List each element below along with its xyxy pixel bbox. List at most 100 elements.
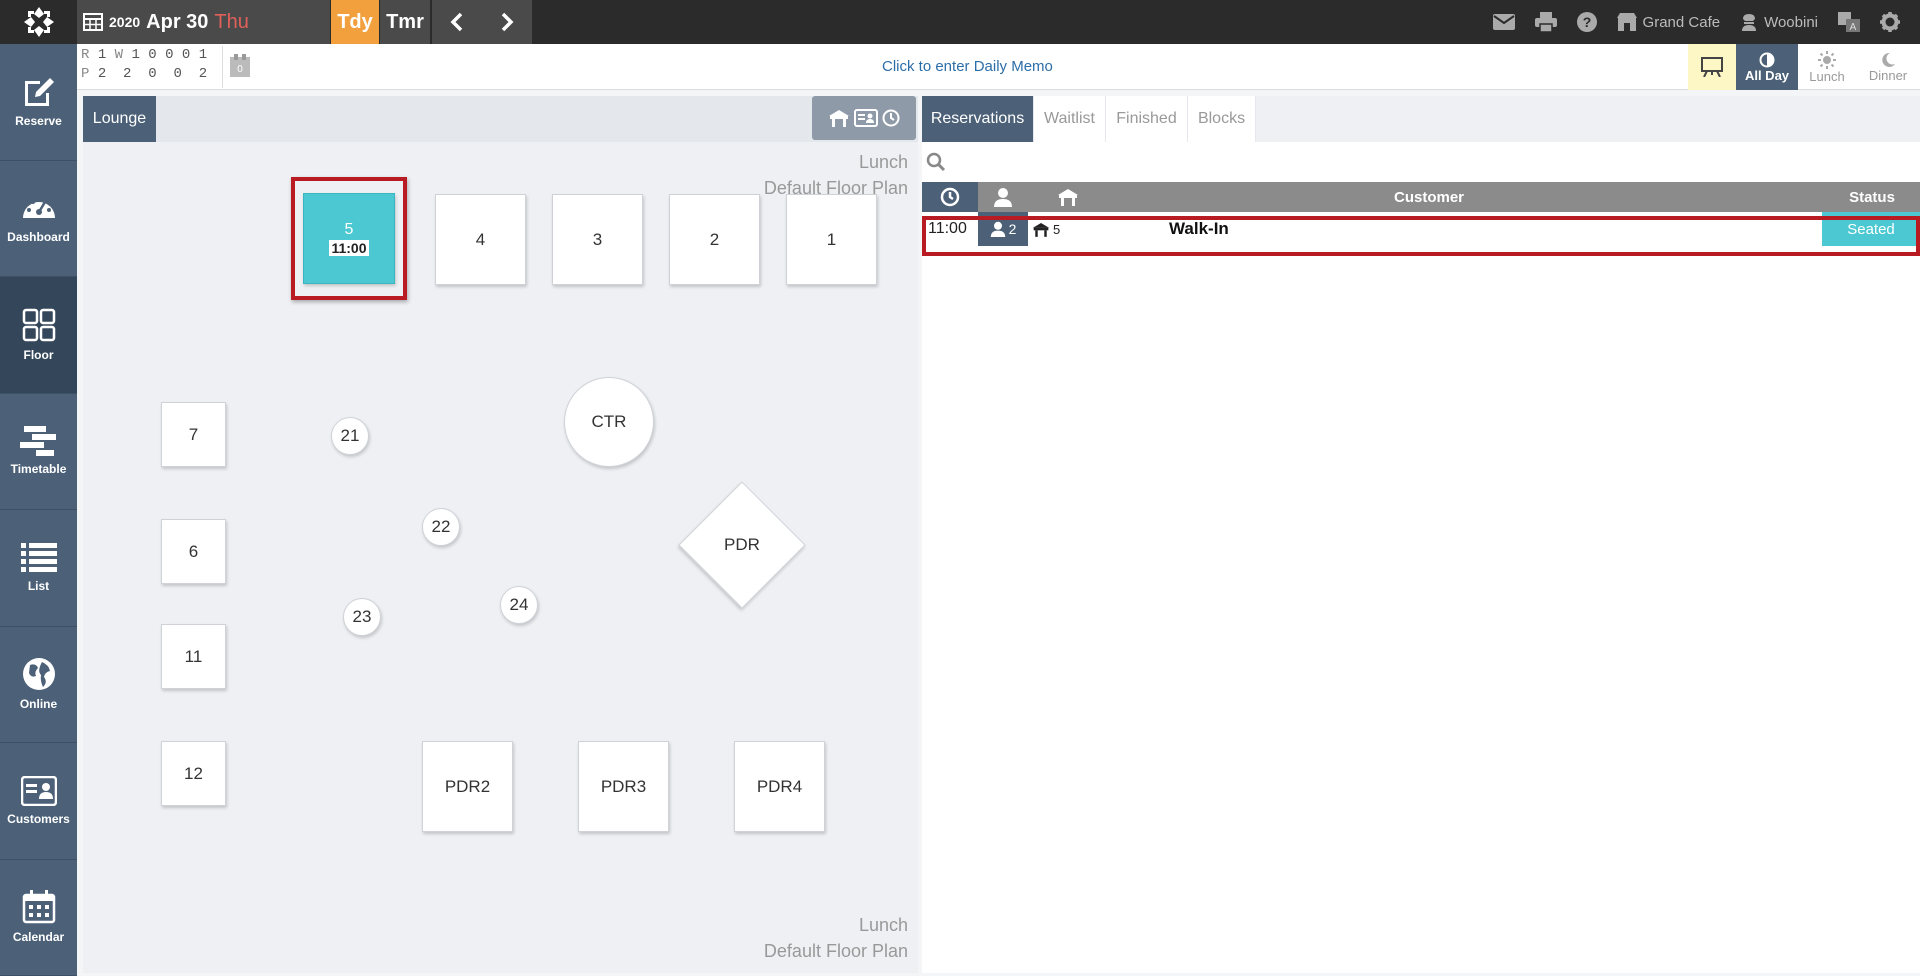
app-logo[interactable] — [0, 0, 77, 44]
table-5[interactable]: 5 11:00 — [303, 193, 395, 284]
stat-value: 2 — [123, 66, 132, 82]
stat-value: 0 — [181, 47, 191, 63]
sidebar-item-reserve[interactable]: Reserve — [0, 44, 77, 161]
mail-icon — [1492, 14, 1515, 30]
tab-reservations[interactable]: Reservations — [922, 96, 1034, 142]
date-weekday: Thu — [214, 10, 249, 33]
tab-waitlist[interactable]: Waitlist — [1034, 96, 1106, 142]
table-3[interactable]: 3 — [552, 194, 643, 285]
previous-day-button[interactable] — [432, 0, 482, 44]
sidebar-item-dashboard[interactable]: Dashboard — [0, 161, 77, 277]
reservation-stats-row: R 1 W 1 0 0 0 1 — [81, 46, 222, 65]
date-month-day: Apr 30 — [146, 10, 209, 33]
memo-note-button[interactable]: 0 — [229, 54, 251, 83]
globe-icon — [22, 658, 55, 691]
mail-button[interactable] — [1492, 14, 1515, 30]
sidebar-item-timetable[interactable]: Timetable — [0, 394, 77, 510]
sidebar-item-floor[interactable]: Floor — [0, 277, 77, 394]
table-number: 23 — [352, 607, 372, 626]
stat-value: 1 — [131, 47, 140, 63]
floor-icon — [22, 308, 55, 341]
table-11[interactable]: 11 — [161, 624, 226, 689]
table-pdr4[interactable]: PDR4 — [734, 741, 825, 832]
edit-icon — [24, 77, 54, 106]
language-button[interactable]: A — [1838, 12, 1860, 32]
daily-stats: R 1 W 1 0 0 0 1 P 2 2 0 0 2 — [77, 46, 223, 88]
help-icon: ? — [1576, 12, 1597, 32]
table-pdr3[interactable]: PDR3 — [578, 741, 669, 832]
party-stats-row: P 2 2 0 0 2 — [81, 65, 222, 84]
column-party-size[interactable] — [978, 182, 1028, 212]
table-number: 12 — [184, 763, 203, 783]
stat-label-r: R — [81, 47, 90, 63]
main-sidebar: Reserve Dashboard Floor Timetable List O… — [0, 44, 77, 976]
tab-finished[interactable]: Finished — [1106, 96, 1188, 142]
table-number: 4 — [475, 229, 486, 249]
table-22[interactable]: 22 — [422, 508, 460, 546]
table-pdr[interactable]: PDR — [678, 481, 806, 609]
daily-memo-link[interactable]: Click to enter Daily Memo — [882, 58, 1053, 75]
print-button[interactable] — [1534, 12, 1557, 32]
service-all-day[interactable]: All Day — [1736, 44, 1798, 90]
table-number: 3 — [592, 229, 603, 249]
table-23[interactable]: 23 — [343, 598, 381, 636]
sidebar-item-calendar[interactable]: Calendar — [0, 860, 77, 976]
table-7[interactable]: 7 — [161, 402, 226, 467]
stat-label-p: P — [81, 66, 90, 82]
display-mode-button[interactable] — [1688, 44, 1736, 90]
chevron-right-icon — [501, 12, 514, 32]
service-lunch[interactable]: Lunch — [1798, 44, 1856, 90]
table-ctr[interactable]: CTR — [564, 377, 654, 467]
table-number: 21 — [340, 426, 360, 445]
restaurant-selector[interactable]: Grand Cafe — [1616, 13, 1720, 31]
table-21[interactable]: 21 — [331, 417, 369, 455]
sidebar-item-label: Floor — [23, 347, 54, 362]
table-number: CTR — [591, 412, 627, 431]
today-button[interactable]: Tdy — [331, 0, 379, 44]
service-name: Lunch — [858, 152, 908, 172]
sidebar-item-list[interactable]: List — [0, 510, 77, 627]
calendar-icon — [22, 890, 55, 924]
tab-lounge[interactable]: Lounge — [83, 96, 156, 142]
table-number: 11 — [184, 646, 203, 666]
service-dinner[interactable]: Dinner — [1856, 44, 1920, 90]
user-menu[interactable]: Woobini — [1740, 13, 1818, 31]
floor-plan-label-bottom: Lunch Default Floor Plan — [764, 912, 908, 964]
dashboard-icon — [22, 200, 55, 219]
floor-view-toggle[interactable] — [812, 96, 916, 140]
table-4[interactable]: 4 — [435, 194, 526, 285]
table-number: PDR2 — [444, 776, 491, 796]
table-12[interactable]: 12 — [161, 741, 226, 806]
tab-blocks[interactable]: Blocks — [1188, 96, 1256, 142]
logo-icon — [23, 7, 54, 37]
date-picker[interactable]: 2020 Apr 30 Thu — [77, 0, 330, 44]
table-1[interactable]: 1 — [786, 194, 877, 285]
card-view-icon — [854, 109, 878, 127]
table-24[interactable]: 24 — [500, 586, 538, 624]
table-number: PDR3 — [600, 776, 647, 796]
table-6[interactable]: 6 — [161, 519, 226, 584]
note-icon: 0 — [230, 54, 250, 77]
floor-plan-panel: Lounge Lunch Default Floor Plan Lunch De… — [83, 96, 918, 973]
table-2[interactable]: 2 — [669, 194, 760, 285]
stat-value: 2 — [97, 66, 107, 82]
floor-tabbar: Lounge — [83, 96, 918, 142]
help-button[interactable]: ? — [1576, 12, 1597, 32]
column-table[interactable] — [1028, 182, 1108, 212]
sidebar-item-online[interactable]: Online — [0, 627, 77, 743]
table-number: 1 — [826, 229, 837, 249]
sidebar-item-customers[interactable]: Customers — [0, 743, 77, 860]
tomorrow-button[interactable]: Tmr — [380, 0, 430, 44]
presentation-board-icon — [1701, 57, 1723, 77]
table-pdr2[interactable]: PDR2 — [422, 741, 513, 832]
column-status[interactable]: Status — [1824, 182, 1920, 212]
next-day-button[interactable] — [482, 0, 532, 44]
reservation-table-header: Customer Status — [922, 182, 1920, 212]
settings-button[interactable] — [1880, 12, 1900, 32]
sun-icon — [1818, 50, 1836, 69]
store-icon — [1616, 13, 1637, 31]
column-customer[interactable]: Customer — [1108, 182, 1750, 212]
column-time[interactable] — [922, 182, 978, 212]
timetable-icon — [19, 426, 56, 457]
reservation-search[interactable] — [922, 142, 1920, 182]
